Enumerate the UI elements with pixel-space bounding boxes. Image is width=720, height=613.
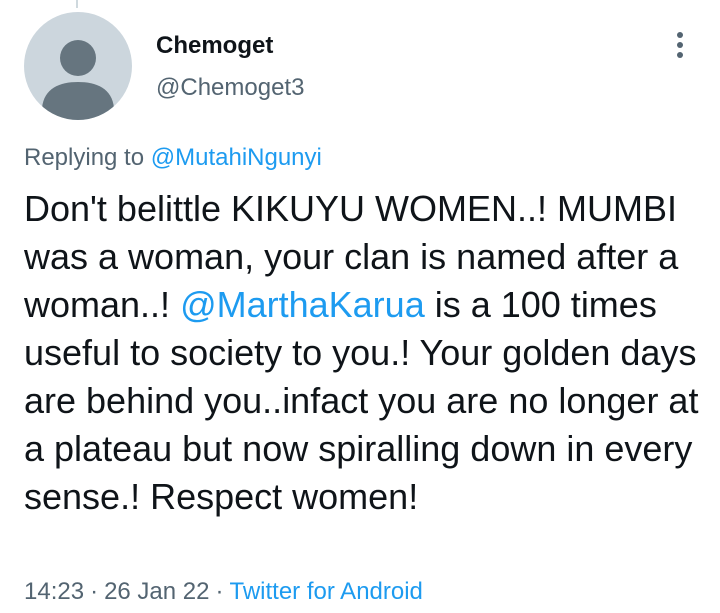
- thread-connector-line: [76, 0, 78, 8]
- replying-to-mention-link[interactable]: @MutahiNgunyi: [151, 144, 322, 171]
- avatar[interactable]: [24, 12, 132, 120]
- tweet-source-link[interactable]: Twitter for Android: [229, 578, 422, 605]
- more-options-button[interactable]: [664, 26, 696, 64]
- default-profile-silhouette-icon: [42, 40, 114, 120]
- more-vertical-icon: [677, 32, 683, 58]
- tweet-date[interactable]: 26 Jan 22: [104, 578, 209, 605]
- tweet-mention-link[interactable]: @MarthaKarua: [180, 284, 425, 325]
- author-name[interactable]: Chemoget: [156, 32, 273, 60]
- meta-separator: ·: [215, 578, 224, 605]
- tweet-text: Don't belittle KIKUYU WOMEN..! MUMBI was…: [24, 185, 704, 521]
- meta-separator: ·: [90, 578, 99, 605]
- tweet-metadata: 14:23 · 26 Jan 22 · Twitter for Android: [24, 578, 423, 606]
- author-handle[interactable]: @Chemoget3: [156, 74, 304, 102]
- tweet-time[interactable]: 14:23: [24, 578, 84, 605]
- replying-to: Replying to @MutahiNgunyi: [24, 144, 322, 172]
- replying-to-label: Replying to: [24, 144, 145, 171]
